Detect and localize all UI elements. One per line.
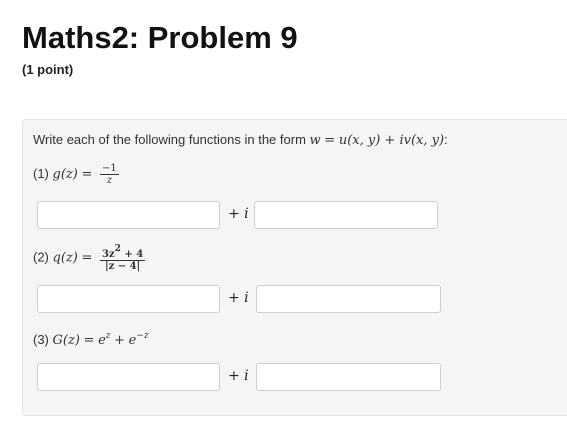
part-1-number: (1) — [33, 165, 49, 181]
part-3-plus-i: + i — [228, 368, 249, 384]
part-1-imag-input[interactable] — [254, 201, 438, 229]
part-2-numerator: 3z2 + 4 — [100, 244, 146, 261]
part-3-eq: = — [83, 333, 95, 348]
part-1-real-input[interactable] — [37, 201, 220, 229]
page-title: Maths2: Problem 9 — [22, 20, 298, 55]
part-2-real-input[interactable] — [37, 285, 220, 313]
part-2-plus-i: + i — [228, 290, 249, 306]
form-lhs: w — [309, 133, 321, 148]
part-1-denominator: z — [106, 175, 113, 186]
part-2-denominator: |z − 4| — [104, 261, 141, 272]
part-2-eq: = — [81, 250, 93, 266]
form-rhs: u(x, y) + iv(x, y) — [338, 133, 445, 148]
part-1-fraction: −1 z — [100, 163, 119, 186]
part-2-number: (2) — [33, 249, 49, 265]
form-end: : — [444, 132, 448, 147]
form-eq: = — [324, 133, 336, 148]
part-2-imag-input[interactable] — [256, 285, 441, 313]
points-label: (1 point) — [22, 62, 74, 77]
part-1-plus-i: + i — [228, 206, 249, 222]
part-1-lhs: g(z) — [52, 166, 78, 182]
part-2-fraction: 3z2 + 4 |z − 4| — [100, 244, 146, 272]
part-3-lhs: G(z) — [52, 333, 80, 348]
part-2-label: (2) q(z) = 3z2 + 4 |z − 4| — [33, 244, 146, 272]
part-3-label: (3) G(z) = ez + e−z — [33, 331, 149, 348]
part-3-term1: ez — [98, 331, 111, 348]
problem-panel: Write each of the following functions in… — [22, 119, 567, 416]
problem-intro: Write each of the following functions in… — [33, 132, 448, 148]
intro-text: Write each of the following functions in… — [33, 132, 306, 147]
part-2-lhs: q(z) — [52, 250, 78, 266]
part-1-label: (1) g(z) = −1 z — [33, 163, 119, 186]
part-3-imag-input[interactable] — [256, 363, 441, 391]
part-3-term2: e−z — [128, 331, 149, 348]
part-3-op: + — [114, 333, 126, 348]
part-3-real-input[interactable] — [37, 363, 220, 391]
part-1-eq: = — [81, 166, 93, 182]
part-3-number: (3) — [33, 332, 49, 347]
part-1-numerator: −1 — [100, 163, 119, 175]
